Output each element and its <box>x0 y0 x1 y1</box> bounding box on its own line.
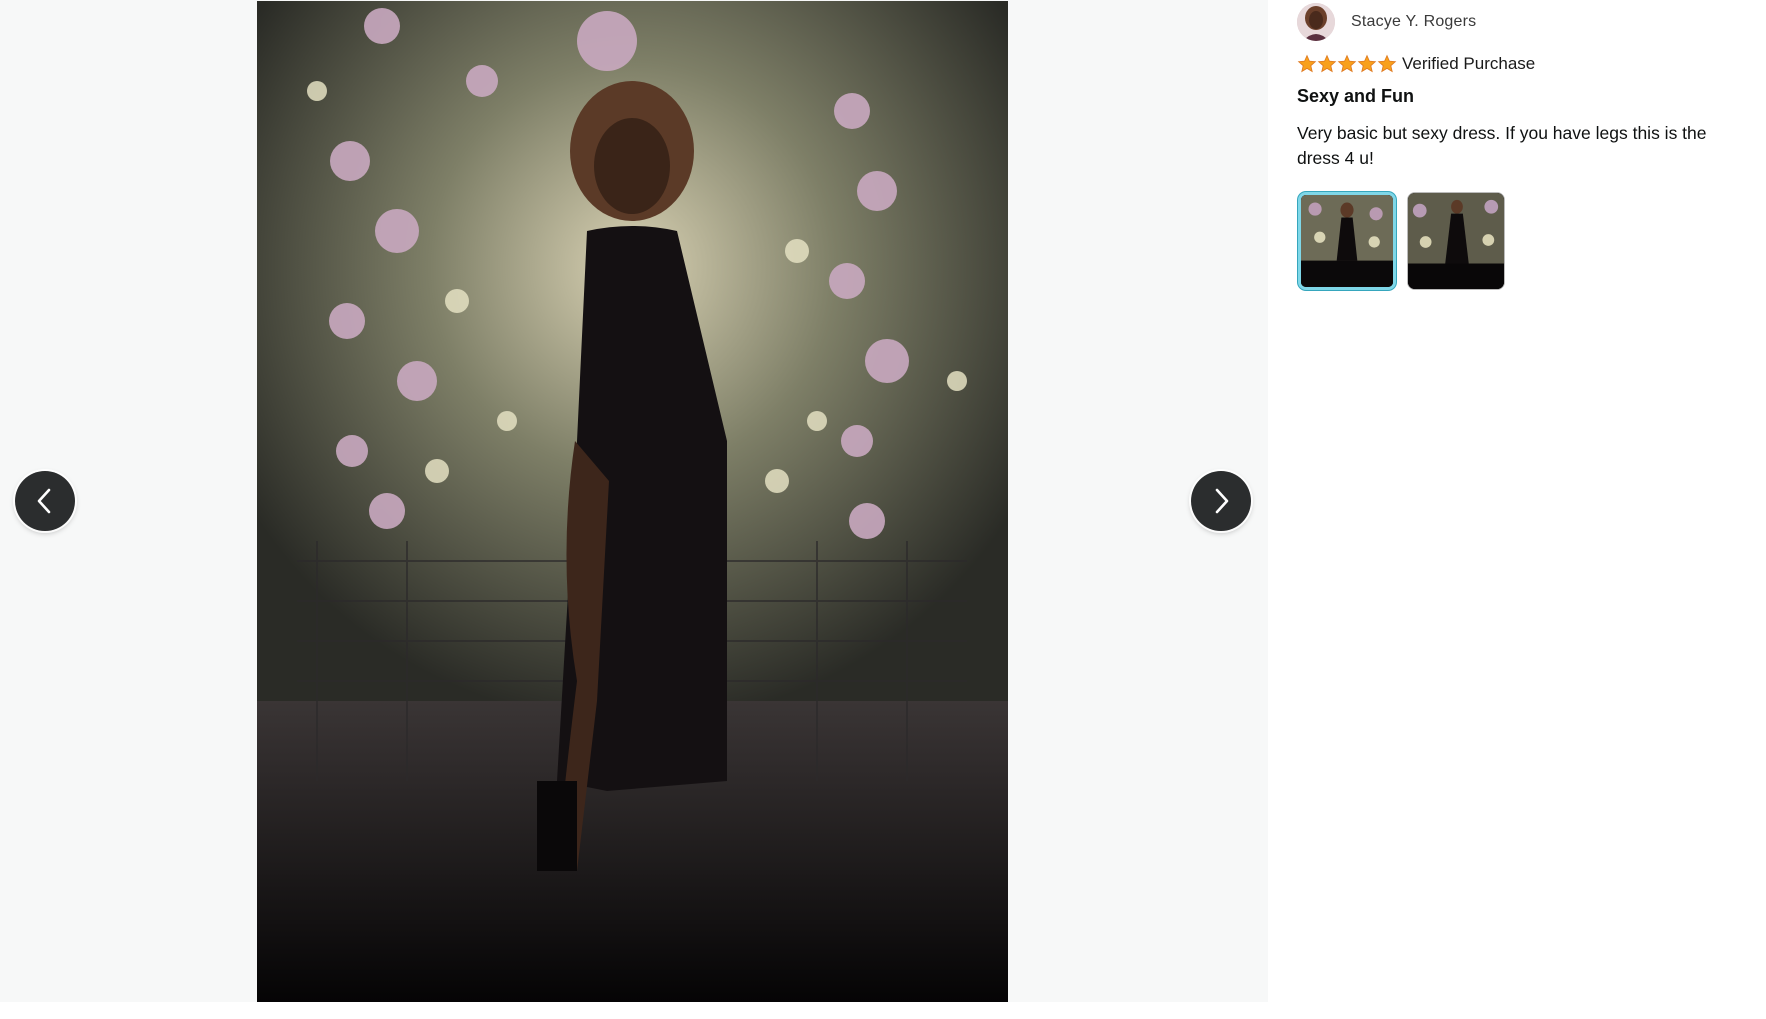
review-body: Very basic but sexy dress. If you have l… <box>1297 123 1707 168</box>
review-panel: Stacye Y. Rogers Verified Purchase Sexy … <box>1268 0 1766 1019</box>
star-icon <box>1337 54 1357 73</box>
star-icon <box>1357 54 1377 73</box>
image-gallery <box>0 0 1268 1002</box>
verified-purchase-badge: Verified Purchase <box>1402 54 1536 73</box>
review-title: Sexy and Fun <box>1297 86 1415 106</box>
star-rating <box>1297 54 1397 74</box>
chevron-right-icon <box>1215 488 1229 514</box>
review-photo <box>257 1 1008 1002</box>
star-icon <box>1377 54 1397 73</box>
reviewer-profile[interactable]: Stacye Y. Rogers <box>1297 2 1476 42</box>
avatar[interactable] <box>1297 3 1335 41</box>
previous-image-button[interactable] <box>15 471 75 531</box>
next-image-button[interactable] <box>1191 471 1251 531</box>
reviewer-name[interactable]: Stacye Y. Rogers <box>1351 13 1476 31</box>
review-thumbnails <box>1298 192 1516 290</box>
thumbnail-2[interactable] <box>1407 192 1505 290</box>
chevron-left-icon <box>37 488 51 514</box>
star-icon <box>1297 54 1317 73</box>
thumbnail-1[interactable] <box>1298 192 1396 290</box>
star-icon <box>1317 54 1337 73</box>
rating-row: Verified Purchase <box>1297 52 1535 76</box>
